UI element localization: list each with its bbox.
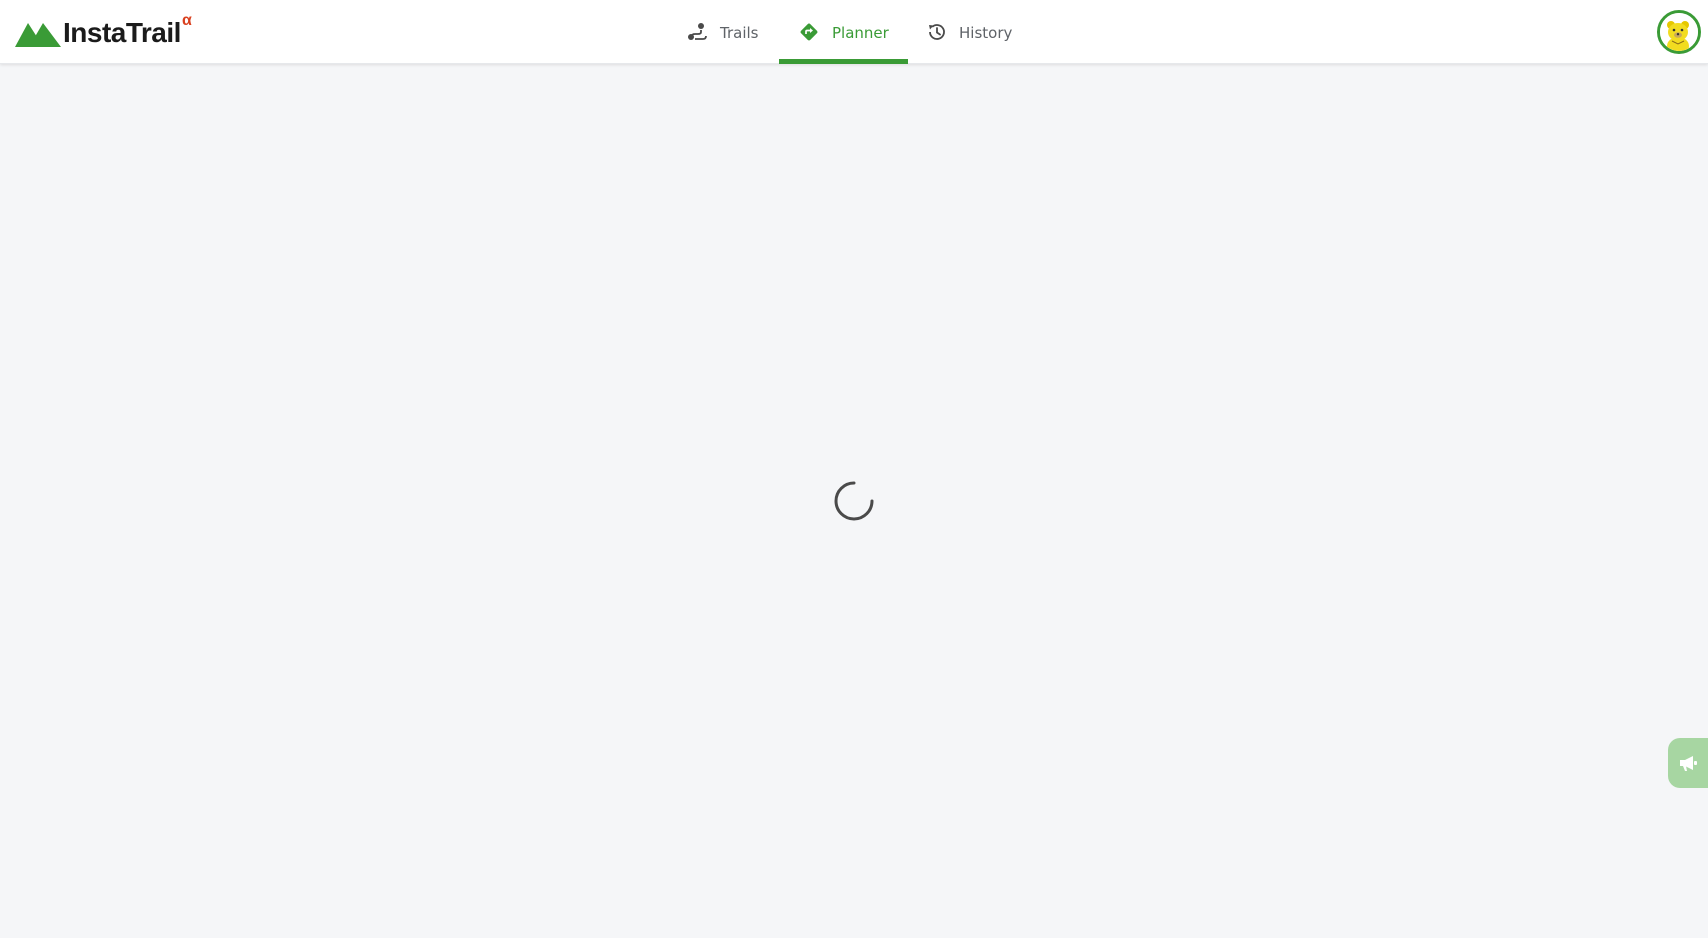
directions-icon (800, 23, 818, 41)
tab-trails-label: Trails (720, 24, 759, 42)
feedback-button[interactable] (1668, 738, 1708, 788)
user-avatar[interactable] (1657, 10, 1701, 54)
tab-trails[interactable]: Trails (687, 0, 761, 64)
tab-history[interactable]: History (926, 0, 1014, 64)
history-icon (929, 24, 945, 40)
route-icon (688, 23, 707, 40)
tab-planner[interactable]: Planner (779, 0, 908, 64)
top-navigation-bar: InstaTrail α Trails Planner History (0, 0, 1708, 64)
main-tabs: Trails Planner History (0, 0, 1708, 64)
megaphone-icon (1680, 756, 1697, 771)
loading-spinner-icon (834, 481, 874, 521)
bear-avatar-icon (1660, 13, 1698, 51)
tab-planner-label: Planner (832, 24, 889, 42)
tab-history-label: History (959, 24, 1013, 42)
